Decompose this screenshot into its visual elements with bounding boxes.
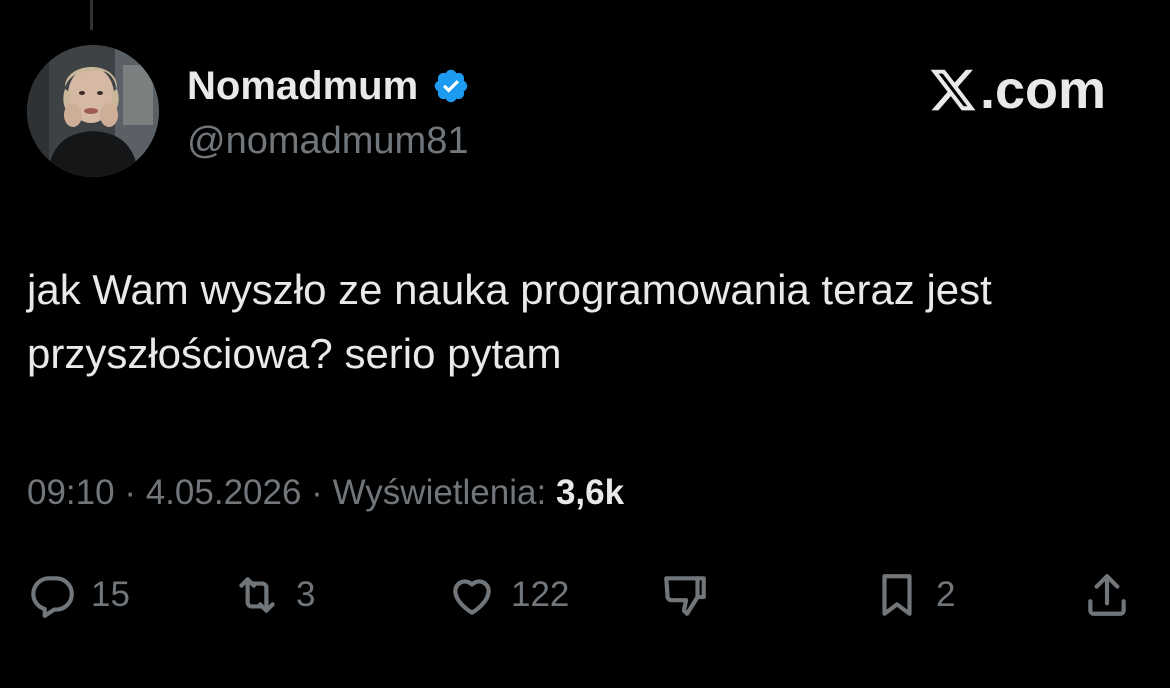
share-button[interactable] bbox=[1082, 568, 1132, 622]
heart-icon bbox=[453, 579, 491, 615]
x-logo-icon bbox=[930, 69, 976, 111]
meta-separator: · bbox=[124, 473, 136, 512]
reply-icon bbox=[31, 576, 74, 618]
bookmark-icon bbox=[882, 574, 912, 616]
meta-separator: · bbox=[311, 473, 323, 512]
repost-icon bbox=[239, 577, 275, 613]
thumbs-down-icon bbox=[664, 576, 706, 616]
tweet-meta: 09:10 · 4.05.2026 · Wyświetlenia: 3,6k bbox=[27, 470, 624, 516]
author-name-row[interactable]: Nomadmum bbox=[187, 62, 470, 110]
share-icon bbox=[1088, 574, 1126, 616]
thread-connector-line bbox=[90, 0, 93, 30]
reply-count: 15 bbox=[91, 575, 130, 614]
author-handle[interactable]: @nomadmum81 bbox=[187, 118, 468, 164]
tweet-text: jak Wam wyszło ze nauka programowania te… bbox=[27, 266, 992, 377]
dislike-button[interactable] bbox=[660, 568, 710, 622]
views-count[interactable]: 3,6k bbox=[556, 473, 624, 512]
profile-photo bbox=[27, 45, 159, 177]
brand-suffix: .com bbox=[979, 60, 1106, 120]
like-count: 122 bbox=[511, 575, 570, 614]
like-button[interactable]: 122 bbox=[447, 568, 569, 622]
repost-button[interactable]: 3 bbox=[232, 568, 315, 622]
tweet-date[interactable]: 4.05.2026 bbox=[146, 473, 302, 512]
bookmark-button[interactable]: 2 bbox=[872, 568, 955, 622]
repost-count: 3 bbox=[296, 575, 316, 614]
brand-watermark: .com bbox=[928, 58, 1106, 122]
avatar[interactable] bbox=[27, 45, 159, 177]
author-display-name[interactable]: Nomadmum bbox=[187, 62, 418, 110]
reply-button[interactable]: 15 bbox=[27, 568, 130, 622]
tweet-time[interactable]: 09:10 bbox=[27, 473, 115, 512]
views-label: Wyświetlenia: bbox=[332, 473, 547, 512]
verified-badge-icon[interactable] bbox=[432, 67, 470, 105]
bookmark-count: 2 bbox=[936, 575, 956, 614]
